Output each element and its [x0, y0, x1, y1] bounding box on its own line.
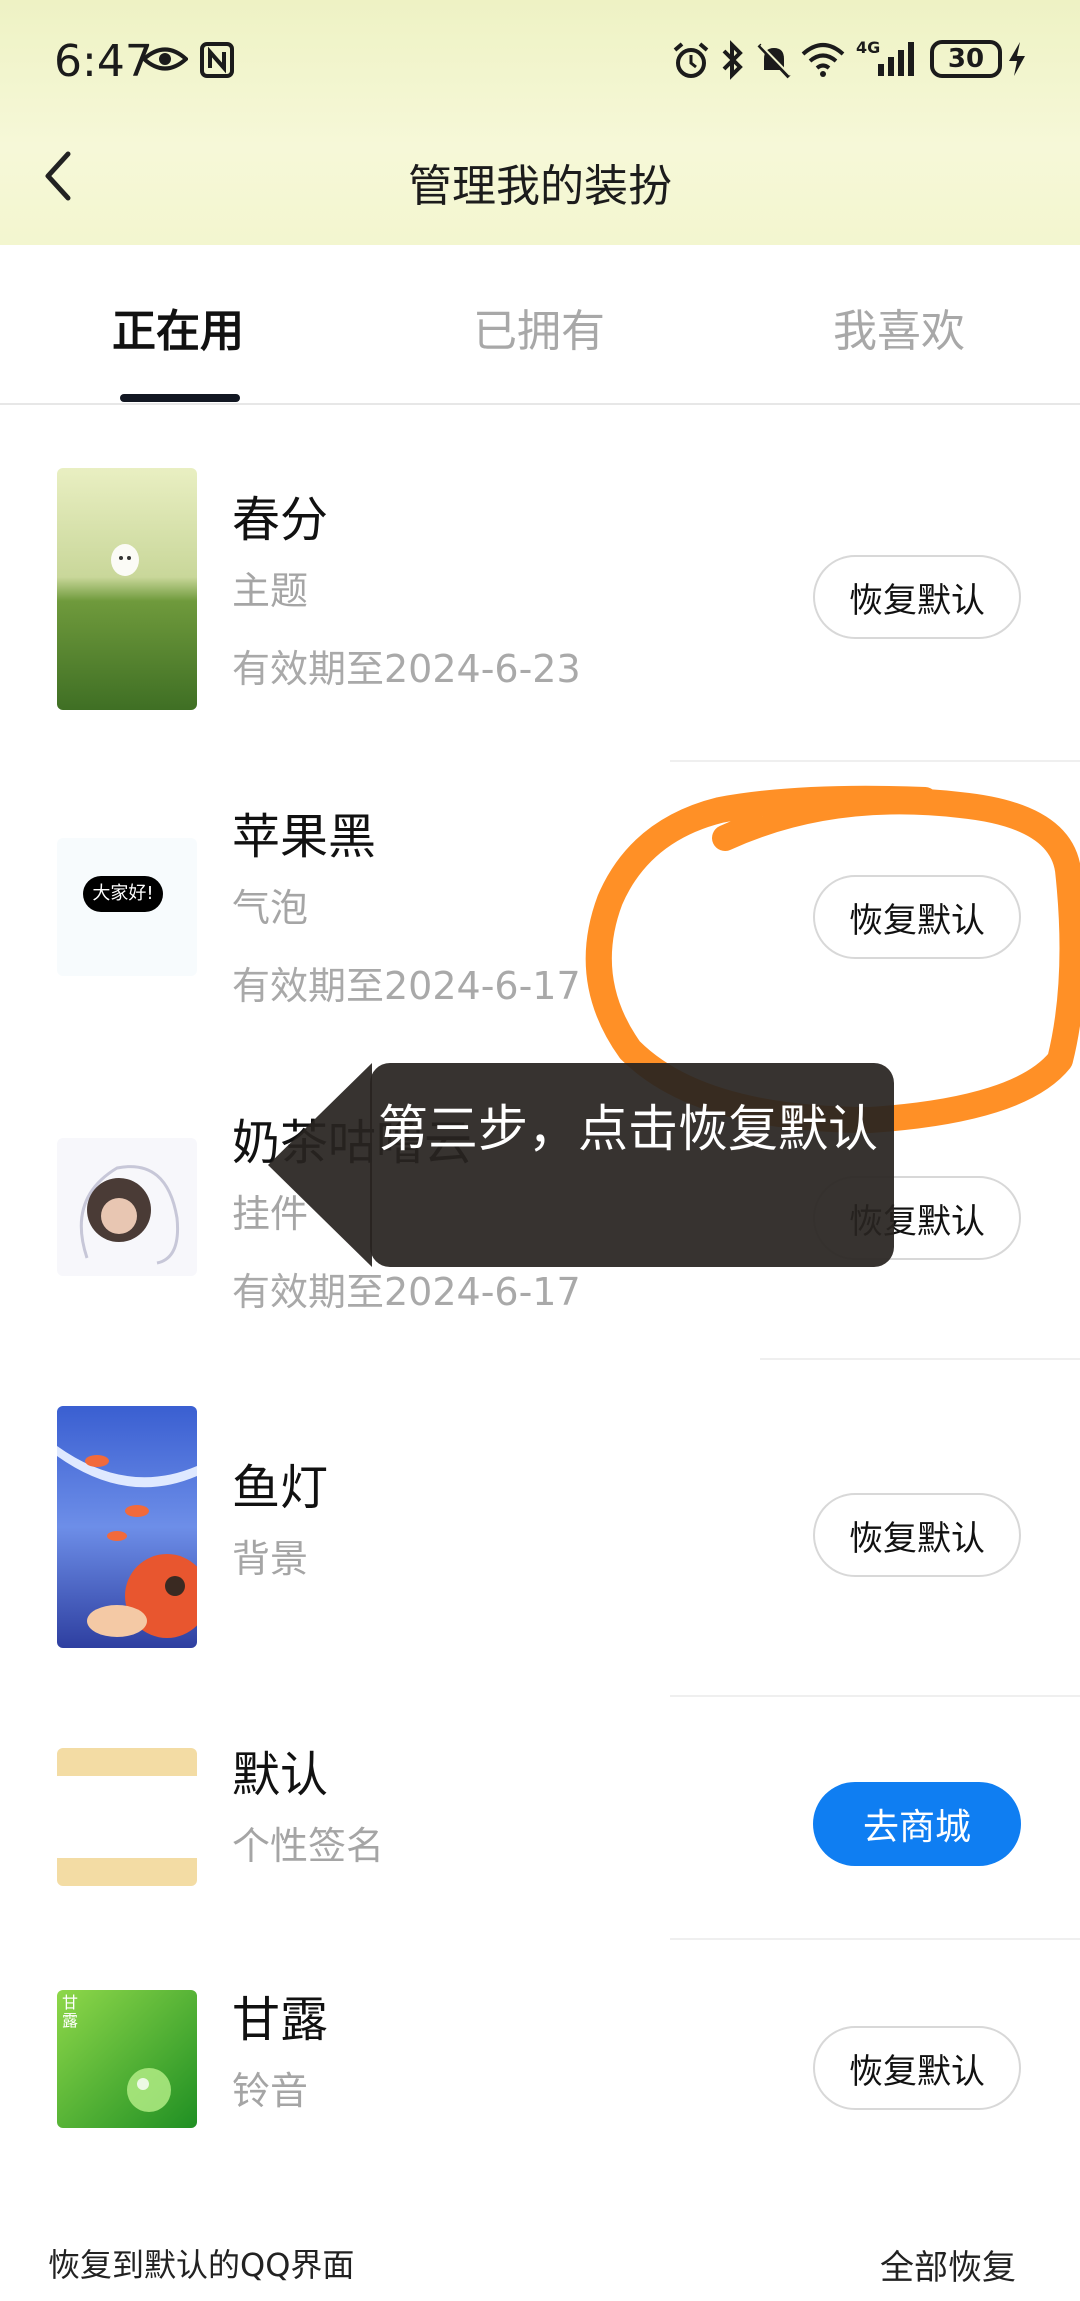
page-title: 管理我的装扮 [408, 161, 672, 212]
restore-default-button[interactable]: 恢复默认 [813, 2026, 1021, 2110]
bluetooth-icon [722, 40, 743, 80]
signature-thumbnail [57, 1748, 197, 1886]
status-bar: 6:47 4G 30 [0, 0, 1080, 120]
status-time: 6:47 [54, 36, 153, 87]
item-type: 主题 [232, 569, 309, 613]
restore-description: 恢复到默认的QQ界面 [48, 2246, 355, 2284]
item-expiry: 有效期至2024-6-17 [232, 964, 581, 1008]
bubble-thumbnail: 大家好! [57, 838, 197, 976]
restore-default-button[interactable]: 恢复默认 [813, 1493, 1021, 1577]
item-type: 气泡 [232, 886, 309, 930]
item-name: 甘露 [232, 1992, 329, 2048]
tab-in-use[interactable]: 正在用 [112, 295, 244, 359]
item-type: 铃音 [232, 2069, 309, 2113]
mute-icon [757, 43, 791, 79]
list-item: 大家好! 苹果黑 气泡 有效期至2024-6-17 恢复默认 [0, 770, 1080, 1070]
tab-bar: 正在用 已拥有 我喜欢 [0, 245, 1080, 405]
eye-icon [142, 47, 188, 71]
item-name: 苹果黑 [232, 809, 377, 865]
item-type: 背景 [232, 1537, 309, 1581]
item-name: 鱼灯 [232, 1460, 329, 1516]
signal-icon: 4G [856, 38, 918, 78]
item-expiry: 有效期至2024-6-23 [232, 647, 581, 691]
background-thumbnail [57, 1406, 197, 1648]
battery-level: 30 [947, 44, 985, 74]
alarm-icon [673, 42, 709, 78]
charging-icon [1009, 42, 1025, 76]
list-item: 甘露 甘露 铃音 恢复默认 [0, 1960, 1080, 2200]
item-name: 默认 [232, 1747, 329, 1803]
item-name: 春分 [232, 492, 329, 548]
tab-owned[interactable]: 已拥有 [473, 295, 605, 359]
tooltip-text: 第三步，点击恢复默认 [378, 1100, 878, 1158]
pendant-thumbnail [57, 1138, 197, 1276]
list-item: 春分 主题 有效期至2024-6-23 恢复默认 [0, 450, 1080, 750]
footer-bar: 恢复到默认的QQ界面 全部恢复 [0, 2220, 1080, 2301]
bubble-sample: 大家好! [83, 876, 163, 912]
divider [670, 1938, 1080, 1940]
tooltip-arrow [268, 1063, 372, 1267]
theme-thumbnail [57, 468, 197, 710]
item-expiry: 有效期至2024-6-17 [232, 1270, 581, 1314]
go-to-store-button[interactable]: 去商城 [813, 1782, 1021, 1866]
restore-default-button[interactable]: 恢复默认 [813, 555, 1021, 639]
divider [670, 760, 1080, 762]
restore-all-button[interactable]: 全部恢复 [880, 2240, 1016, 2289]
wifi-icon [801, 43, 845, 77]
top-bar: 6:47 4G 30 管理我的装扮 [0, 0, 1080, 245]
list-item: 默认 个性签名 去商城 [0, 1720, 1080, 1920]
tooltip-bubble [370, 1063, 894, 1267]
nfc-icon [200, 42, 234, 78]
active-tab-indicator [120, 394, 240, 402]
item-type: 个性签名 [232, 1824, 385, 1868]
restore-default-button[interactable]: 恢复默认 [813, 875, 1021, 959]
divider [670, 1695, 1080, 1697]
list-item: 鱼灯 背景 恢复默认 [0, 1400, 1080, 1680]
tab-favorites[interactable]: 我喜欢 [833, 295, 965, 359]
ringtone-thumb-label: 甘露 [62, 1993, 79, 2030]
divider [760, 1358, 1080, 1360]
battery-icon: 30 [930, 40, 1002, 78]
